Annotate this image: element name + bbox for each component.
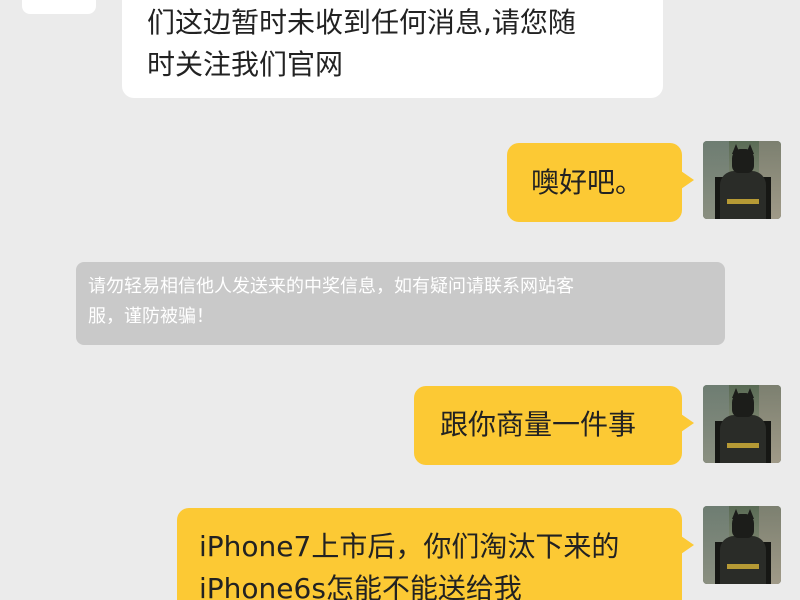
system-warning-notice: 请勿轻易相信他人发送来的中奖信息，如有疑问请联系网站客 服，谨防被骗！	[76, 262, 725, 345]
batman-avatar-icon	[732, 393, 754, 417]
message-text-line: 们这边暂时未收到任何消息,请您随	[147, 6, 576, 39]
agent-avatar[interactable]	[22, 0, 96, 14]
user-avatar[interactable]	[703, 385, 781, 463]
notice-text-line: 请勿轻易相信他人发送来的中奖信息，如有疑问请联系网站客	[88, 276, 574, 297]
avatar-belt	[727, 564, 759, 569]
outgoing-message-bubble[interactable]: 跟你商量一件事	[414, 386, 694, 465]
message-text-line: 跟你商量一件事	[440, 408, 637, 441]
chat-window: 们这边暂时未收到任何消息,请您随 时关注我们官网 噢好吧。 请勿轻易相信他人发送…	[0, 0, 800, 600]
outgoing-message-bubble[interactable]: iPhone7上市后，你们淘汰下来的 iPhone6s怎能不能送给我	[177, 508, 694, 600]
outgoing-message-bubble[interactable]: 噢好吧。	[507, 143, 694, 222]
user-avatar[interactable]	[703, 141, 781, 219]
avatar-body	[720, 415, 766, 463]
avatar-body	[720, 536, 766, 584]
avatar-belt	[727, 199, 759, 204]
avatar-belt	[727, 443, 759, 448]
user-avatar[interactable]	[703, 506, 781, 584]
avatar-body	[720, 171, 766, 219]
batman-avatar-icon	[732, 149, 754, 173]
message-text-line: iPhone7上市后，你们淘汰下来的	[199, 530, 620, 563]
message-text-line: 时关注我们官网	[147, 48, 344, 81]
message-text-line: iPhone6s怎能不能送给我	[199, 572, 522, 600]
incoming-message-bubble[interactable]: 们这边暂时未收到任何消息,请您随 时关注我们官网	[122, 0, 663, 98]
batman-avatar-icon	[732, 514, 754, 538]
message-text-line: 噢好吧。	[531, 166, 644, 199]
notice-text-line: 服，谨防被骗！	[88, 306, 214, 327]
